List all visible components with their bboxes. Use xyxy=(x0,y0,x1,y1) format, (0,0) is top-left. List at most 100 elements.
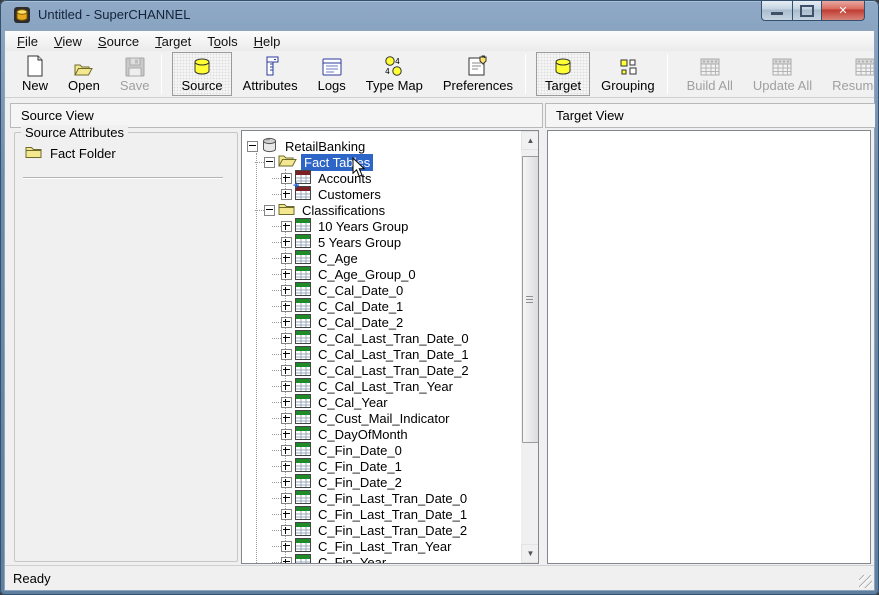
menu-view[interactable]: View xyxy=(46,32,90,51)
tree-item-label[interactable]: C_Fin_Year xyxy=(315,554,389,564)
tree-item-customers[interactable]: +Customers xyxy=(242,186,384,202)
expand-icon[interactable] xyxy=(281,269,292,280)
new-button[interactable]: New xyxy=(13,52,57,96)
collapse-icon[interactable] xyxy=(264,157,275,168)
tree-item-label[interactable]: C_Cal_Last_Tran_Date_1 xyxy=(315,346,472,363)
scroll-up-button[interactable]: ▲ xyxy=(521,131,539,150)
source-attribute-fact-folder[interactable]: Fact Folder xyxy=(25,145,116,162)
tree-item-c-fin-last-tran-year[interactable]: C_Fin_Last_Tran_Year xyxy=(242,538,454,554)
tree-item-c-fin-date-0[interactable]: C_Fin_Date_0 xyxy=(242,442,405,458)
tree-item-c-cal-last-tran-date-0[interactable]: C_Cal_Last_Tran_Date_0 xyxy=(242,330,472,346)
collapse-icon[interactable] xyxy=(264,205,275,216)
expand-icon[interactable] xyxy=(281,429,292,440)
tree-item-label[interactable]: C_Cal_Date_1 xyxy=(315,298,406,315)
collapse-icon[interactable] xyxy=(247,141,258,152)
expand-icon[interactable] xyxy=(281,333,292,344)
expand-icon[interactable] xyxy=(281,525,292,536)
expand-icon[interactable] xyxy=(281,301,292,312)
tree-item-label[interactable]: C_Cal_Year xyxy=(315,394,391,411)
tree-item-c-fin-last-tran-date-2[interactable]: C_Fin_Last_Tran_Date_2 xyxy=(242,522,470,538)
expand-icon[interactable] xyxy=(281,317,292,328)
tree-item-label[interactable]: C_Cal_Date_0 xyxy=(315,282,406,299)
tree-item-classifications[interactable]: Classifications xyxy=(242,202,388,218)
tree-item-label[interactable]: C_Fin_Date_0 xyxy=(315,442,405,459)
tree-item-label[interactable]: C_Fin_Last_Tran_Date_2 xyxy=(315,522,470,539)
target-button[interactable]: Target xyxy=(536,52,590,96)
tree-item-c-cal-last-tran-date-2[interactable]: C_Cal_Last_Tran_Date_2 xyxy=(242,362,472,378)
source-button[interactable]: Source xyxy=(172,52,231,96)
tree-item-c-age-group-0[interactable]: C_Age_Group_0 xyxy=(242,266,419,282)
tree-item-label[interactable]: 10 Years Group xyxy=(315,218,411,235)
menu-help[interactable]: Help xyxy=(246,32,289,51)
tree-item-c-cal-year[interactable]: C_Cal_Year xyxy=(242,394,391,410)
tree-scrollbar[interactable]: ▲ ▼ xyxy=(521,131,538,563)
tree-item-label[interactable]: Customers xyxy=(315,186,384,203)
tree-item-label[interactable]: C_Fin_Last_Tran_Date_1 xyxy=(315,506,470,523)
tree-item-c-fin-last-tran-date-1[interactable]: C_Fin_Last_Tran_Date_1 xyxy=(242,506,470,522)
tree-item-fact-tables[interactable]: Fact Tables xyxy=(242,154,373,170)
tree-item-label[interactable]: RetailBanking xyxy=(282,138,368,155)
expand-icon[interactable] xyxy=(281,509,292,520)
tree-item-5-years-group[interactable]: 5 Years Group xyxy=(242,234,404,250)
expand-icon[interactable] xyxy=(281,381,292,392)
tree-item-accounts[interactable]: Accounts xyxy=(242,170,374,186)
expand-icon[interactable] xyxy=(281,285,292,296)
expand-icon[interactable] xyxy=(281,413,292,424)
expand-icon[interactable] xyxy=(281,221,292,232)
expand-icon[interactable] xyxy=(281,349,292,360)
expand-icon[interactable] xyxy=(281,237,292,248)
tree-item-label[interactable]: 5 Years Group xyxy=(315,234,404,251)
expand-icon[interactable] xyxy=(281,253,292,264)
tree-item-c-cust-mail-indicator[interactable]: C_Cust_Mail_Indicator xyxy=(242,410,453,426)
tree-item-c-fin-date-2[interactable]: C_Fin_Date_2 xyxy=(242,474,405,490)
title-bar[interactable]: Untitled - SuperCHANNEL ✕ xyxy=(0,0,879,30)
expand-icon[interactable] xyxy=(281,493,292,504)
expand-icon[interactable] xyxy=(281,189,292,200)
scroll-down-button[interactable]: ▼ xyxy=(521,544,539,563)
type-map-button[interactable]: 4 4 Type Map xyxy=(357,52,432,96)
tree-item-label[interactable]: C_Cust_Mail_Indicator xyxy=(315,410,453,427)
maximize-button[interactable] xyxy=(792,1,822,21)
tree-item-c-cal-date-1[interactable]: C_Cal_Date_1 xyxy=(242,298,406,314)
tree-item-c-cal-last-tran-year[interactable]: C_Cal_Last_Tran_Year xyxy=(242,378,456,394)
tree-item-label[interactable]: C_Cal_Last_Tran_Date_0 xyxy=(315,330,472,347)
tree-item-label[interactable]: Accounts xyxy=(315,170,374,187)
tree-item-label[interactable]: C_Age xyxy=(315,250,361,267)
tree-item-label[interactable]: C_Fin_Date_1 xyxy=(315,458,405,475)
tree-item-label[interactable]: Fact Tables xyxy=(301,154,373,171)
tree-item-10-years-group[interactable]: 10 Years Group xyxy=(242,218,411,234)
tree-item-label[interactable]: C_Cal_Last_Tran_Date_2 xyxy=(315,362,472,379)
expand-icon[interactable] xyxy=(281,365,292,376)
logs-button[interactable]: Logs xyxy=(309,52,355,96)
minimize-button[interactable] xyxy=(761,1,792,21)
tree-item-label[interactable]: C_Cal_Date_2 xyxy=(315,314,406,331)
tree-item-c-fin-last-tran-date-0[interactable]: C_Fin_Last_Tran_Date_0 xyxy=(242,490,470,506)
menu-tools[interactable]: Tools xyxy=(199,32,245,51)
expand-icon[interactable] xyxy=(281,445,292,456)
preferences-button[interactable]: Preferences xyxy=(434,52,522,96)
menu-source[interactable]: Source xyxy=(90,32,147,51)
tree-item-c-cal-last-tran-date-1[interactable]: C_Cal_Last_Tran_Date_1 xyxy=(242,346,472,362)
expand-icon[interactable] xyxy=(281,461,292,472)
expand-icon[interactable] xyxy=(281,173,292,184)
tree-item-c-cal-date-0[interactable]: C_Cal_Date_0 xyxy=(242,282,406,298)
tree-item-c-fin-date-1[interactable]: C_Fin_Date_1 xyxy=(242,458,405,474)
open-button[interactable]: Open xyxy=(59,52,109,96)
expand-icon[interactable] xyxy=(281,397,292,408)
scrollbar-thumb[interactable] xyxy=(522,156,539,443)
expand-icon[interactable] xyxy=(281,557,292,564)
tree-item-label[interactable]: C_Age_Group_0 xyxy=(315,266,419,283)
tree-item-label[interactable]: C_Cal_Last_Tran_Year xyxy=(315,378,456,395)
menu-target[interactable]: Target xyxy=(147,32,199,51)
tree-item-c-dayofmonth[interactable]: C_DayOfMonth xyxy=(242,426,411,442)
resize-grip[interactable] xyxy=(859,575,872,588)
tree-item-c-age[interactable]: C_Age xyxy=(242,250,361,266)
expand-icon[interactable] xyxy=(281,541,292,552)
grouping-button[interactable]: Grouping xyxy=(592,52,663,96)
menu-file[interactable]: File xyxy=(9,32,46,51)
tree-item-label[interactable]: C_Fin_Last_Tran_Year xyxy=(315,538,454,555)
tree-item-label[interactable]: Classifications xyxy=(299,202,388,219)
tree-item-label[interactable]: C_Fin_Last_Tran_Date_0 xyxy=(315,490,470,507)
attributes-button[interactable]: Attributes xyxy=(234,52,307,96)
tree-item-label[interactable]: C_DayOfMonth xyxy=(315,426,411,443)
